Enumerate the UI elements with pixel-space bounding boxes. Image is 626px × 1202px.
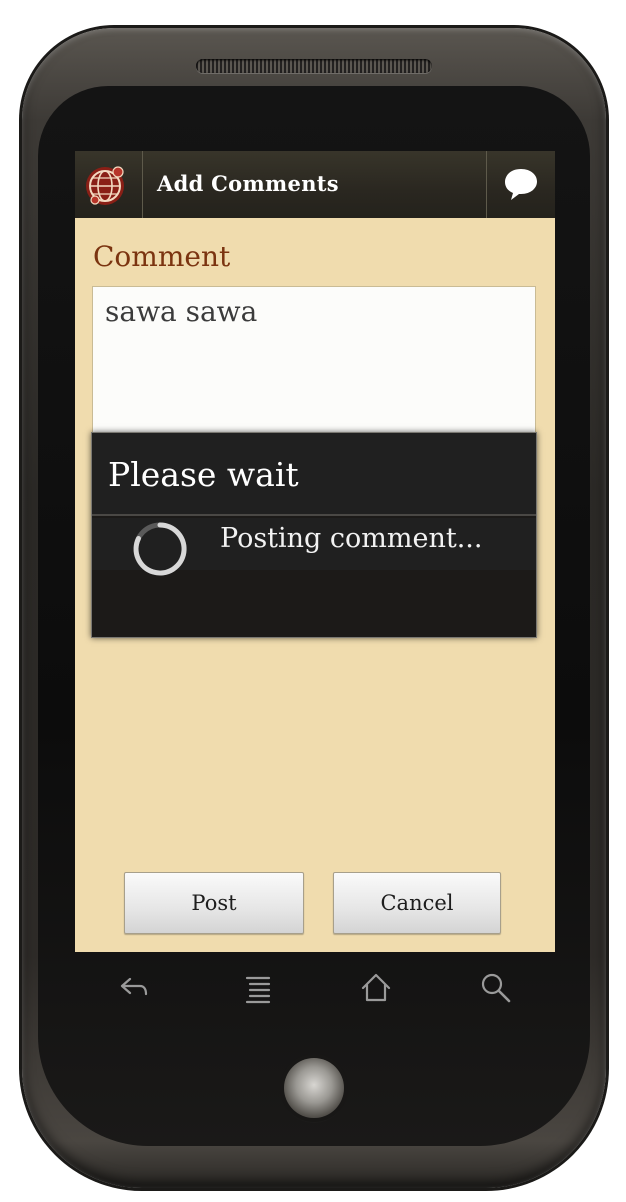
menu-icon[interactable] [238, 968, 278, 1008]
speech-bubble-icon[interactable] [503, 165, 539, 203]
search-icon[interactable] [476, 968, 516, 1008]
comment-label: Comment [93, 240, 231, 273]
post-button[interactable]: Post [124, 872, 304, 934]
home-icon[interactable] [356, 968, 396, 1008]
dialog-message: Posting comment... [220, 523, 483, 554]
action-bar-divider-right [486, 151, 487, 218]
earpiece-speaker [196, 59, 432, 73]
dialog-title: Please wait [92, 433, 536, 516]
back-icon[interactable] [114, 968, 154, 1008]
loading-spinner-icon [133, 522, 187, 576]
action-bar: Add Comments [75, 151, 555, 218]
action-bar-divider-left [142, 151, 143, 218]
hardware-trackball-button[interactable] [284, 1058, 344, 1118]
globe-logo-icon[interactable] [83, 162, 129, 208]
page-title: Add Comments [157, 171, 339, 196]
cancel-button[interactable]: Cancel [333, 872, 501, 934]
progress-dialog: Please wait Posting comment... [91, 432, 537, 638]
comment-textarea[interactable]: sawa sawa [92, 286, 536, 456]
